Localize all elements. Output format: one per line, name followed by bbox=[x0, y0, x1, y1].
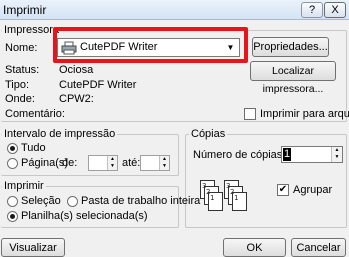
cancel-button[interactable]: Cancelar bbox=[291, 238, 346, 257]
help-button[interactable]: ? bbox=[301, 2, 323, 18]
spin-arrows-icon[interactable]: ▲ ▼ bbox=[107, 156, 117, 170]
selection-radio[interactable] bbox=[7, 196, 18, 207]
collate-pages-icon: 321 321 bbox=[200, 172, 272, 218]
print-range-title: Intervalo de impressão bbox=[2, 128, 118, 140]
svg-text:1: 1 bbox=[234, 194, 238, 202]
workbook-radio[interactable] bbox=[67, 196, 78, 207]
status-label: Status: bbox=[5, 64, 40, 76]
range-to-label: até: bbox=[122, 157, 141, 169]
selected-sheets-label[interactable]: Planilha(s) selecionada(s) bbox=[21, 210, 148, 223]
print-what-title: Imprimir bbox=[2, 180, 46, 192]
spin-arrows-icon[interactable]: ▲ ▼ bbox=[159, 156, 169, 170]
title-bar: Imprimir ? X bbox=[0, 0, 349, 20]
find-printer-button[interactable]: Localizar impressora... bbox=[250, 61, 336, 95]
selected-sheets-radio[interactable] bbox=[7, 211, 18, 222]
collate-checkbox[interactable]: ✔ bbox=[277, 184, 289, 196]
close-button[interactable]: X bbox=[324, 2, 346, 18]
type-value: CutePDF Writer bbox=[59, 79, 137, 91]
window-title: Imprimir bbox=[3, 3, 47, 17]
ok-button[interactable]: OK bbox=[223, 238, 286, 257]
copies-count-input[interactable]: 1 ▲ ▼ bbox=[281, 146, 343, 163]
spin-arrows-icon[interactable]: ▲ ▼ bbox=[331, 147, 342, 162]
copies-count-value: 1 bbox=[283, 148, 292, 161]
range-all-radio[interactable] bbox=[7, 143, 18, 154]
print-to-file-checkbox[interactable] bbox=[244, 108, 256, 120]
range-all-label[interactable]: Tudo bbox=[21, 142, 46, 155]
print-to-file-label[interactable]: Imprimir para arquivo bbox=[260, 108, 349, 121]
range-from-input[interactable]: ▲ ▼ bbox=[88, 155, 118, 171]
range-to-input[interactable]: ▲ ▼ bbox=[140, 155, 170, 171]
svg-text:1: 1 bbox=[210, 194, 214, 202]
copies-title: Cópias bbox=[189, 128, 228, 140]
range-from-label: de: bbox=[62, 157, 78, 169]
selection-label[interactable]: Seleção bbox=[21, 195, 61, 208]
collate-label[interactable]: Agrupar bbox=[293, 184, 332, 197]
range-pages-radio[interactable] bbox=[7, 158, 18, 169]
workbook-label[interactable]: Pasta de trabalho inteira bbox=[81, 195, 200, 208]
highlight-annotation bbox=[53, 27, 248, 63]
printer-name-label: Nome: bbox=[5, 42, 38, 54]
status-value: Ociosa bbox=[59, 64, 94, 76]
where-label: Onde: bbox=[5, 93, 35, 105]
where-value: CPW2: bbox=[59, 93, 94, 105]
comment-label: Comentário: bbox=[5, 108, 65, 120]
type-label: Tipo: bbox=[5, 79, 30, 91]
copies-count-label: Número de cópias: bbox=[193, 149, 286, 161]
properties-button[interactable]: Propriedades... bbox=[252, 37, 329, 57]
preview-button[interactable]: Visualizar bbox=[1, 238, 65, 257]
